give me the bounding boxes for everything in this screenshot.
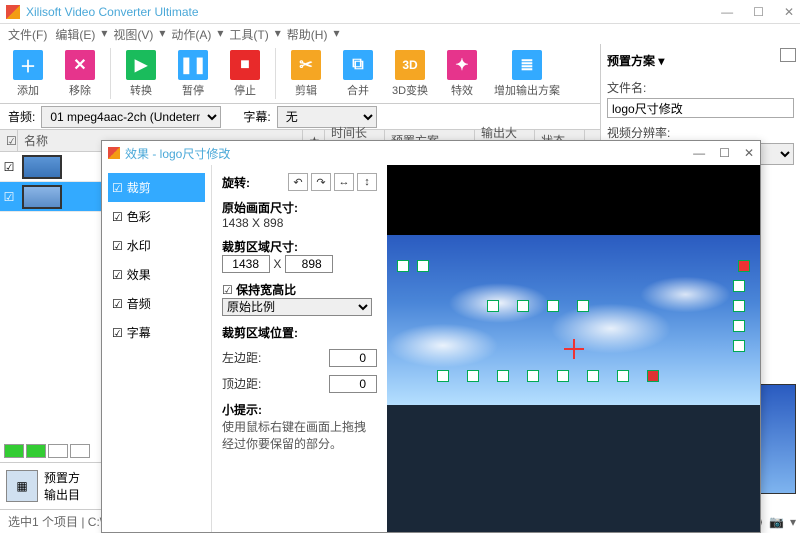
- menu-edit[interactable]: 编辑(E): [53, 26, 97, 42]
- row-checkbox[interactable]: ☑: [0, 190, 18, 204]
- list-icon: ≣: [512, 50, 542, 80]
- sparkle-icon: ✦: [447, 50, 477, 80]
- resolution-label: 视频分辨率:: [607, 124, 794, 141]
- convert-button[interactable]: ▶转换: [119, 48, 163, 99]
- crop-size-label: 裁剪区域尺寸:: [222, 240, 298, 254]
- dialog-settings: 旋转: ↶ ↷ ↔ ↕ 原始画面尺寸:1438 X 898 裁剪区域尺寸: X …: [212, 165, 387, 532]
- cut-button[interactable]: ✂剪辑: [284, 48, 328, 99]
- tip-text: 使用鼠标右键在画面上拖拽经过你要保留的部分。: [222, 420, 366, 451]
- 3d-icon: 3D: [395, 50, 425, 80]
- crop-height-input[interactable]: [285, 255, 333, 273]
- preset-header[interactable]: 预置方案 ▾: [607, 48, 794, 73]
- flip-v-icon[interactable]: ↕: [357, 173, 377, 191]
- green-btn[interactable]: [26, 444, 46, 458]
- remove-icon: ✕: [65, 50, 95, 80]
- merge-icon: ⧉: [343, 50, 373, 80]
- ratio-select[interactable]: 原始比例: [222, 298, 372, 316]
- remove-button[interactable]: ✕移除: [58, 48, 102, 99]
- filename-input[interactable]: [607, 98, 794, 118]
- pause-icon: ❚❚: [178, 50, 208, 80]
- nav-effect[interactable]: ☑ 效果: [108, 260, 205, 289]
- nav-subtitle[interactable]: ☑ 字幕: [108, 318, 205, 347]
- audio-select[interactable]: 01 mpeg4aac-2ch (Undetermined): [41, 106, 221, 128]
- checkbox-all[interactable]: ☑: [0, 130, 18, 151]
- camera-icon[interactable]: 📷: [769, 515, 784, 529]
- window-title: Xilisoft Video Converter Ultimate: [26, 5, 199, 19]
- preset-icon: ▦: [6, 470, 38, 502]
- nav-color[interactable]: ☑ 色彩: [108, 202, 205, 231]
- minimize-icon[interactable]: —: [721, 5, 733, 19]
- dialog-title: 效果 - logo尺寸修改: [125, 145, 230, 162]
- dialog-nav: ☑ 裁剪 ☑ 色彩 ☑ 水印 ☑ 效果 ☑ 音频 ☑ 字幕: [102, 165, 212, 532]
- close-icon[interactable]: ✕: [784, 5, 794, 19]
- orig-size-value: 1438 X 898: [222, 216, 283, 230]
- add-button[interactable]: ＋添加: [6, 48, 50, 99]
- close-icon[interactable]: ✕: [744, 146, 754, 160]
- nav-watermark[interactable]: ☑ 水印: [108, 231, 205, 260]
- plus-icon: ＋: [13, 50, 43, 80]
- pause-button[interactable]: ❚❚暂停: [171, 48, 215, 99]
- minimize-icon[interactable]: —: [693, 146, 705, 160]
- menu-help[interactable]: 帮助(H): [285, 26, 330, 42]
- menu-view[interactable]: 视图(V): [111, 26, 155, 42]
- small-btn[interactable]: [70, 444, 90, 458]
- effects-dialog: 效果 - logo尺寸修改 — ☐ ✕ ☑ 裁剪 ☑ 色彩 ☑ 水印 ☑ 效果 …: [101, 140, 761, 533]
- menu-file[interactable]: 文件(F): [6, 26, 49, 42]
- filename-label: 文件名:: [607, 79, 794, 96]
- top-margin-input[interactable]: [329, 375, 377, 393]
- add-output-button[interactable]: ≣增加输出方案: [492, 48, 562, 99]
- chevron-down-icon[interactable]: ▾: [790, 515, 796, 529]
- preview-pane[interactable]: [387, 165, 760, 532]
- rotate-cw-icon[interactable]: ↷: [311, 173, 331, 191]
- green-btn[interactable]: [4, 444, 24, 458]
- small-btn[interactable]: [48, 444, 68, 458]
- audio-label: 音频:: [8, 108, 35, 125]
- crop-width-input[interactable]: [222, 255, 270, 273]
- scissors-icon: ✂: [291, 50, 321, 80]
- merge-button[interactable]: ⧉合并: [336, 48, 380, 99]
- 3d-button[interactable]: 3D3D变换: [388, 48, 432, 99]
- subtitle-label: 字幕:: [243, 108, 270, 125]
- app-logo-icon: [108, 147, 120, 159]
- nav-crop[interactable]: ☑ 裁剪: [108, 173, 205, 202]
- preset-label: 预置方: [44, 469, 80, 486]
- app-logo-icon: [6, 5, 20, 19]
- nav-audio[interactable]: ☑ 音频: [108, 289, 205, 318]
- menu-bar: 文件(F) 编辑(E)▾ 视图(V)▾ 动作(A)▾ 工具(T)▾ 帮助(H)▾: [0, 24, 800, 44]
- title-bar: Xilisoft Video Converter Ultimate — ☐ ✕: [0, 0, 800, 24]
- rotate-label: 旋转:: [222, 174, 250, 191]
- left-margin-label: 左边距:: [222, 349, 261, 367]
- dialog-title-bar: 效果 - logo尺寸修改 — ☐ ✕: [102, 141, 760, 165]
- menu-action[interactable]: 动作(A): [169, 26, 213, 42]
- tip-label: 小提示:: [222, 403, 262, 417]
- orig-size-label: 原始画面尺寸:: [222, 201, 298, 215]
- maximize-icon[interactable]: ☐: [719, 146, 730, 160]
- crop-pos-label: 裁剪区域位置:: [222, 326, 298, 340]
- menu-tools[interactable]: 工具(T): [227, 26, 270, 42]
- row-checkbox[interactable]: ☑: [0, 160, 18, 174]
- stop-icon: ■: [230, 50, 260, 80]
- keep-ratio-checkbox[interactable]: 保持宽高比: [236, 283, 296, 297]
- maximize-icon[interactable]: ☐: [753, 5, 764, 19]
- video-thumbnail-icon: [22, 185, 62, 209]
- effect-button[interactable]: ✦特效: [440, 48, 484, 99]
- flip-h-icon[interactable]: ↔: [334, 173, 354, 191]
- center-cross-icon: [564, 339, 584, 359]
- rotate-ccw-icon[interactable]: ↶: [288, 173, 308, 191]
- left-margin-input[interactable]: [329, 349, 377, 367]
- stop-button[interactable]: ■停止: [223, 48, 267, 99]
- video-thumbnail-icon: [22, 155, 62, 179]
- play-icon: ▶: [126, 50, 156, 80]
- expand-icon[interactable]: [780, 48, 796, 62]
- output-label: 输出目: [44, 486, 80, 503]
- top-margin-label: 顶边距:: [222, 375, 261, 393]
